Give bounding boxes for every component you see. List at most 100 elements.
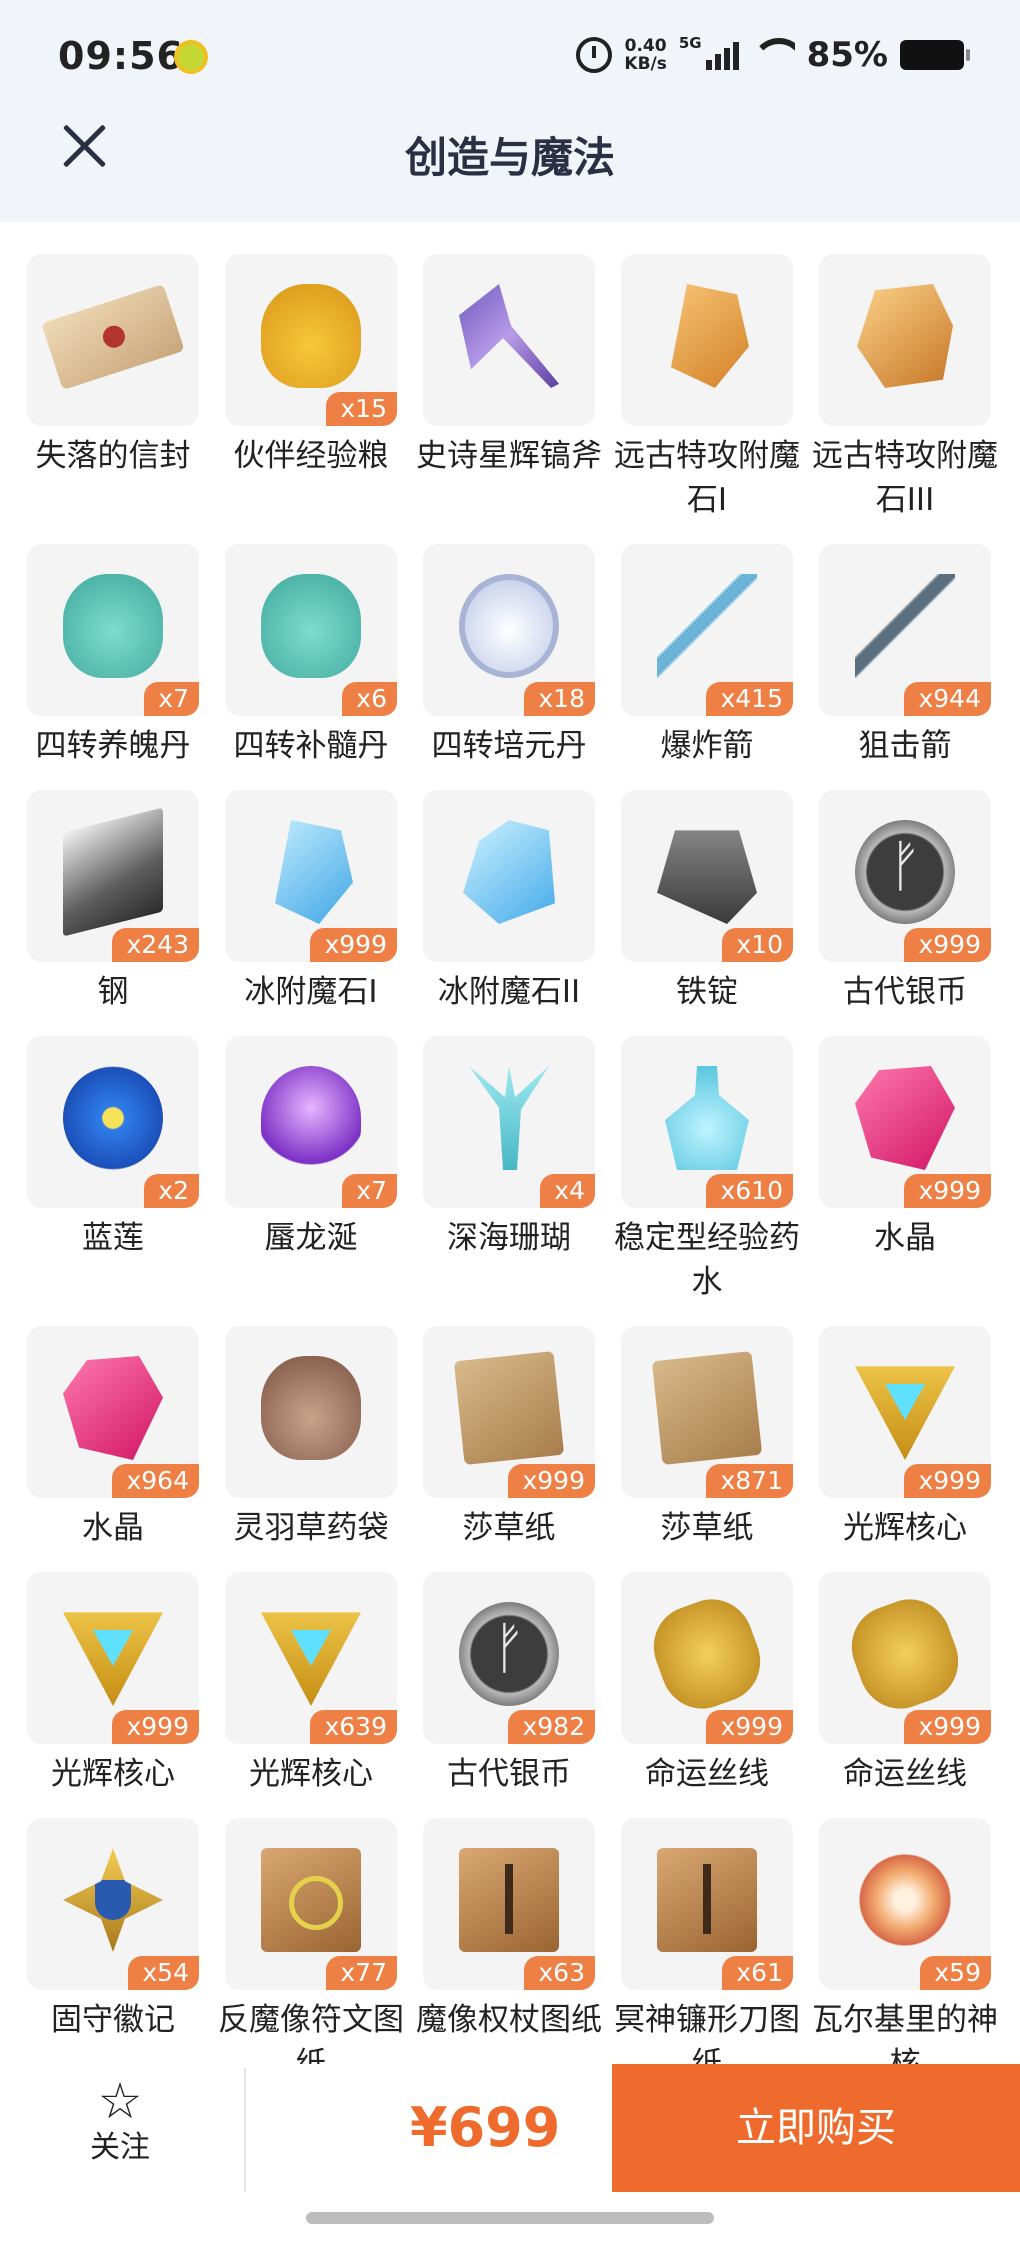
item-card[interactable]: x7 四转养魄丹 [14, 544, 212, 768]
item-name: 光辉核心 [843, 1510, 967, 1546]
item-name: 钢 [97, 974, 129, 1010]
item-icon [63, 1356, 163, 1460]
item-card[interactable]: x61 冥神镰形刀图纸 [608, 1818, 806, 2064]
item-card[interactable]: 灵羽草药袋 [212, 1326, 410, 1550]
buy-now-button[interactable]: 立即购买 [612, 2064, 1020, 2192]
item-card[interactable]: x59 瓦尔基里的神核 [806, 1818, 1004, 2064]
item-card[interactable]: x243 钢 [14, 790, 212, 1014]
app-notification-icon [174, 40, 208, 74]
item-thumbnail [423, 790, 595, 962]
item-thumbnail: x243 [27, 790, 199, 962]
item-card[interactable]: x999 命运丝线 [608, 1572, 806, 1796]
item-icon [857, 284, 953, 388]
network-speed-unit: KB/s [624, 54, 667, 74]
item-name: 古代银币 [843, 974, 967, 1010]
item-card[interactable]: 远古特攻附魔石III [806, 254, 1004, 522]
item-card[interactable]: x639 光辉核心 [212, 1572, 410, 1796]
item-card[interactable]: x15 伙伴经验粮 [212, 254, 410, 478]
item-icon [261, 574, 361, 678]
item-icon [855, 574, 955, 678]
item-card[interactable]: x4 深海珊瑚 [410, 1036, 608, 1260]
star-icon: ☆ [97, 2072, 143, 2130]
item-card[interactable]: x982 古代银币 [410, 1572, 608, 1796]
item-card[interactable]: x964 水晶 [14, 1326, 212, 1550]
item-card[interactable]: 远古特攻附魔石I [608, 254, 806, 522]
item-icon [261, 1066, 361, 1170]
item-thumbnail: x944 [819, 544, 991, 716]
item-card[interactable]: 失落的信封 [14, 254, 212, 478]
status-indicators: 0.40 KB/s 5G 85% [576, 32, 970, 78]
item-card[interactable]: x944 狙击箭 [806, 544, 1004, 768]
network-type-label: 5G [678, 34, 702, 52]
item-quantity-badge: x999 [904, 1464, 991, 1498]
item-quantity-badge: x639 [310, 1710, 397, 1744]
item-card[interactable]: x999 光辉核心 [14, 1572, 212, 1796]
alarm-icon [576, 37, 613, 73]
item-card[interactable]: x999 水晶 [806, 1036, 1004, 1260]
item-name: 魔像权杖图纸 [416, 2002, 602, 2038]
network-speed-value: 0.40 [624, 36, 667, 56]
item-thumbnail: x871 [621, 1326, 793, 1498]
item-icon [459, 1848, 559, 1952]
item-card[interactable]: x18 四转培元丹 [410, 544, 608, 768]
item-thumbnail: x77 [225, 1818, 397, 1990]
item-name: 冰附魔石II [437, 974, 581, 1010]
price: ¥699 [410, 2096, 561, 2159]
item-icon [63, 1612, 163, 1706]
item-card[interactable]: x2 蓝莲 [14, 1036, 212, 1260]
item-name: 四转补髓丹 [233, 728, 389, 764]
item-quantity-badge: x10 [722, 928, 793, 962]
item-name: 瓦尔基里的神核 [812, 2002, 998, 2064]
item-icon [459, 284, 559, 388]
status-time: 09:56 [58, 34, 184, 78]
item-thumbnail: x999 [27, 1572, 199, 1744]
item-thumbnail: x999 [819, 1036, 991, 1208]
item-card[interactable]: x999 命运丝线 [806, 1572, 1004, 1796]
item-card[interactable]: x871 莎草纸 [608, 1326, 806, 1550]
item-thumbnail: x7 [225, 1036, 397, 1208]
item-icon [665, 1066, 749, 1170]
item-name: 命运丝线 [645, 1756, 769, 1792]
item-icon [261, 1848, 361, 1952]
item-card[interactable]: 史诗星辉镐斧 [410, 254, 608, 478]
item-thumbnail [621, 254, 793, 426]
item-card[interactable]: x610 稳定型经验药水 [608, 1036, 806, 1304]
wifi-icon [750, 38, 795, 72]
item-card[interactable]: x999 莎草纸 [410, 1326, 608, 1550]
item-card[interactable]: 冰附魔石II [410, 790, 608, 1014]
item-name: 铁锭 [676, 974, 738, 1010]
item-name: 固守徽记 [51, 2002, 175, 2038]
item-name: 命运丝线 [843, 1756, 967, 1792]
item-thumbnail: x999 [225, 790, 397, 962]
item-thumbnail: x999 [819, 790, 991, 962]
item-thumbnail: x999 [423, 1326, 595, 1498]
item-card[interactable]: x54 固守徽记 [14, 1818, 212, 2042]
item-card[interactable]: x7 蜃龙涎 [212, 1036, 410, 1260]
item-card[interactable]: x999 冰附魔石I [212, 790, 410, 1014]
home-indicator[interactable] [306, 2212, 714, 2224]
item-quantity-badge: x2 [144, 1174, 199, 1208]
item-card[interactable]: x77 反魔像符文图纸 [212, 1818, 410, 2064]
item-name: 古代银币 [447, 1756, 571, 1792]
follow-button[interactable]: ☆ 关注 [60, 2074, 180, 2174]
item-name: 远古特攻附魔石I [614, 438, 800, 518]
item-icon [855, 1366, 955, 1460]
battery-icon [900, 40, 970, 70]
item-card[interactable]: x999 古代银币 [806, 790, 1004, 1014]
item-quantity-badge: x999 [904, 928, 991, 962]
page-title: 创造与魔法 [404, 133, 615, 182]
item-card[interactable]: x6 四转补髓丹 [212, 544, 410, 768]
item-grid[interactable]: 失落的信封 x15 伙伴经验粮 史诗星辉镐斧 远古特攻附魔石I 远古特攻附魔石III x7 四… [0, 222, 1020, 2064]
item-card[interactable]: x10 铁锭 [608, 790, 806, 1014]
item-icon [671, 284, 749, 388]
item-card[interactable]: x63 魔像权杖图纸 [410, 1818, 608, 2042]
item-name: 蓝莲 [82, 1220, 144, 1256]
item-card[interactable]: x999 光辉核心 [806, 1326, 1004, 1550]
item-quantity-badge: x944 [904, 682, 991, 716]
item-quantity-badge: x6 [342, 682, 397, 716]
item-quantity-badge: x871 [706, 1464, 793, 1498]
item-quantity-badge: x999 [508, 1464, 595, 1498]
item-quantity-badge: x7 [342, 1174, 397, 1208]
item-icon [261, 1356, 361, 1460]
item-card[interactable]: x415 爆炸箭 [608, 544, 806, 768]
